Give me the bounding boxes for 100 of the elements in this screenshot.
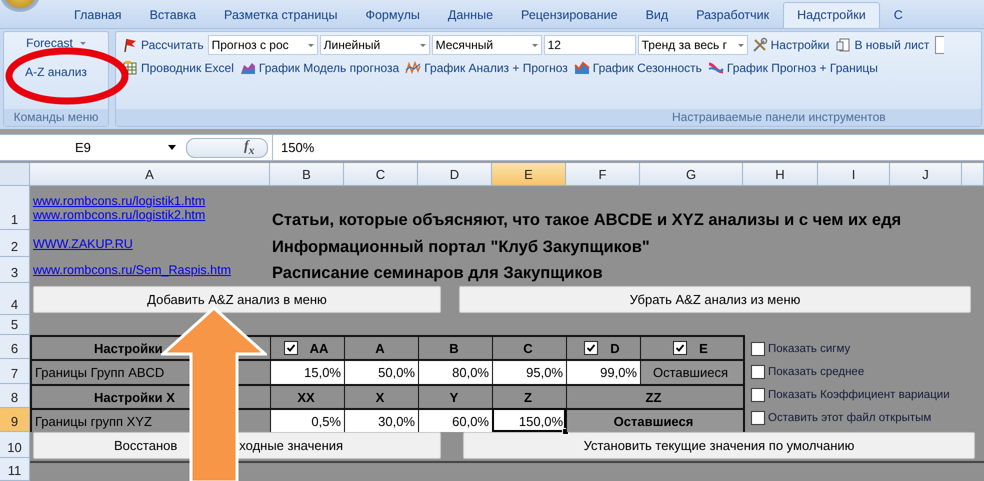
checkbox[interactable] [751,411,765,426]
table-cell[interactable]: 99,0% [566,359,640,384]
column-header[interactable]: B [270,163,344,186]
column-label: AA [310,340,328,356]
row-header[interactable]: 4 [0,283,30,315]
column-header[interactable]: I [818,163,890,186]
column-header[interactable]: G [640,163,743,186]
dropdown-field[interactable]: Линейный [320,35,430,55]
function-label[interactable]: f$_{x}$ [244,138,266,156]
input-field[interactable]: 12 [544,35,636,55]
table-cell[interactable]: Оставшиеся [640,359,743,384]
document-icon [835,37,852,53]
toolbar-button[interactable]: В новый лист [833,35,932,55]
column-label: ZZ [646,390,662,404]
line-chart-icon [405,60,422,76]
checkbox-label[interactable]: Показать сигму [768,342,850,355]
column-label: XX [297,390,315,404]
column-header[interactable]: H [743,163,818,186]
table-cell[interactable]: 0,5% [270,408,344,432]
column-header[interactable]: A [30,163,270,186]
table-cell[interactable]: 150,0% [492,408,566,432]
column-label: D [610,340,620,356]
ribbon-tab[interactable]: Данные [434,2,508,28]
table-cell[interactable]: 30,0% [344,408,418,432]
cell-text: Настройки [93,340,163,356]
checkbox[interactable] [284,341,298,355]
column-label: X [376,390,384,404]
ribbon-tab[interactable]: Главная [60,2,136,28]
column-label: A [375,340,385,356]
table-cell[interactable]: 80,0% [418,359,492,384]
row-header[interactable]: 5 [0,315,30,335]
checkbox-label[interactable]: Оставить этот файл открытым [768,412,932,424]
dropdown-field[interactable]: Прогноз с рос [208,35,318,55]
cell-text: Границы Групп ABCD [34,365,164,380]
checkbox[interactable] [584,341,598,355]
checkbox[interactable] [751,388,765,402]
toolbar-button[interactable]: Рассчитать [120,35,206,55]
toolbar-button[interactable]: График Модель прогноза [238,58,402,78]
checkbox[interactable] [751,342,765,356]
table-cell[interactable]: 50,0% [344,359,418,384]
group-label: Настраиваемые панели инструментов [116,109,981,126]
cell-text: Настройки X [93,390,175,404]
row-header[interactable]: 8 [0,384,30,408]
row-header[interactable]: 2 [0,230,30,257]
row-header[interactable]: 3 [0,257,30,283]
group-label: Команды меню [4,109,108,126]
column-label: Y [450,390,458,404]
row-header[interactable]: 10 [0,432,30,458]
checkbox-label[interactable]: Показать Коэффициент вариации [768,389,950,402]
ribbon-tab[interactable]: Разработчик [682,2,784,28]
ribbon-tab[interactable]: С [880,2,917,28]
header-strip [962,163,984,186]
formula-field[interactable]: 150% [272,135,984,160]
row-header[interactable]: 1 [0,186,30,230]
toolbar-icon[interactable] [935,36,944,54]
column-label: E [699,340,708,356]
dropdown-field[interactable]: Тренд за весь г [638,35,748,55]
column-header[interactable]: J [890,163,962,186]
dropdown-field[interactable]: Месячный [432,35,542,55]
column-header[interactable]: D [418,163,492,186]
sheet-button[interactable]: Установить текущие значения по умолчанию [463,432,975,458]
forecast-dropdown[interactable]: Forecast [24,34,88,52]
toolbar-button[interactable]: График Анализ + Прогноз [403,58,570,78]
sheet-button[interactable]: Добавить A&Z анализ в меню [33,286,441,312]
row-header[interactable]: 6 [0,335,30,359]
ribbon-tab[interactable]: Надстройки [783,2,880,28]
heading-text: Статьи, которые объясняют, что такое ABCDE и XYZ анализы и с чем их едя [272,211,902,230]
row-header[interactable]: 9 [0,408,30,432]
toolbar-button[interactable]: График Сезонность [572,58,704,78]
column-header[interactable]: F [566,163,640,186]
heading-text: Информационный портал "Клуб Закупщиков" [272,238,650,257]
ribbon-tab[interactable]: Вставка [136,2,210,28]
checkbox[interactable] [673,341,688,355]
row-header[interactable]: 7 [0,359,30,384]
ribbon-tab[interactable]: Вид [632,2,682,28]
column-header[interactable]: C [344,163,418,186]
ribbon-tab[interactable]: Разметка страницы [210,2,352,28]
flag-icon [122,37,138,53]
ribbon-tab[interactable]: Формулы [351,2,434,28]
column-header[interactable]: E [492,163,566,186]
sheet-button[interactable]: Убрать A&Z анализ из меню [459,286,971,312]
az-analysis-button[interactable]: A-Z анализ [23,63,89,81]
area-chart-icon [574,60,590,76]
name-box[interactable]: E9 [0,140,180,155]
splitter-handle[interactable] [186,138,268,158]
toolbar-button[interactable]: Проводник Excel [120,58,236,78]
column-label: Z [524,390,532,404]
table-cell[interactable]: 15,0% [270,359,344,384]
tools-icon [752,37,768,53]
table-cell[interactable]: Оставшиеся [566,408,743,432]
toolbar-button[interactable]: График Прогноз + Границы [706,58,880,78]
checkbox[interactable] [751,364,765,379]
table-cell[interactable]: 95,0% [492,359,566,384]
toolbar-button[interactable]: Настройки [750,35,832,55]
table-cell[interactable]: 60,0% [418,408,492,432]
ribbon-tab[interactable]: Рецензирование [507,2,632,28]
checkbox-label[interactable]: Показать среднее [768,366,864,378]
heading-text: Расписание семинаров для Закупщиков [272,264,603,283]
chart-icon [240,60,256,76]
row-header[interactable]: 11 [0,458,30,481]
